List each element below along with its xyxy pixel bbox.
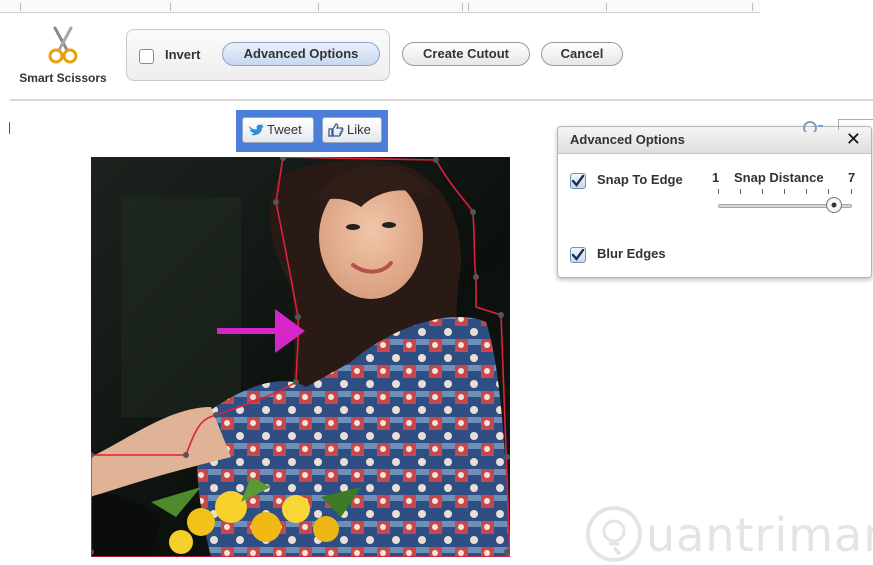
thumbs-up-icon	[328, 123, 344, 137]
watermark: uantrimang	[584, 500, 873, 564]
partial-zoom-icon[interactable]	[800, 118, 824, 132]
social-bar: Tweet Like	[236, 110, 388, 152]
twitter-bird-icon	[249, 124, 264, 136]
smart-scissors-tool[interactable]: Smart Scissors	[8, 26, 118, 88]
top-ruler	[0, 0, 760, 13]
snap-distance-ticks	[718, 189, 852, 195]
snap-to-edge-label: Snap To Edge	[597, 172, 683, 187]
like-button[interactable]: Like	[322, 117, 382, 143]
snap-distance-min: 1	[712, 170, 720, 185]
photo-canvas[interactable]	[91, 157, 510, 557]
snap-to-edge-checkbox[interactable]	[570, 173, 586, 189]
invert-checkbox[interactable]	[139, 49, 154, 64]
partial-panel-edge	[838, 119, 873, 130]
toolbar-divider	[10, 99, 873, 101]
arrow-right-icon	[217, 309, 305, 353]
advanced-options-panel: Advanced Options ✕ Snap To Edge 1 Snap D…	[557, 126, 872, 278]
invert-label: Invert	[165, 47, 201, 62]
left-edge-mark	[9, 122, 10, 134]
options-group: Invert Advanced Options	[126, 29, 390, 81]
checkmark-icon	[571, 174, 585, 187]
tool-label: Smart Scissors	[19, 71, 107, 85]
top-strip-blank	[760, 0, 873, 12]
blur-edges-label: Blur Edges	[597, 246, 666, 261]
checkmark-icon	[571, 248, 585, 261]
create-cutout-button[interactable]: Create Cutout	[402, 42, 530, 66]
snap-distance-max: 7	[848, 170, 856, 185]
like-label: Like	[347, 122, 371, 137]
cancel-button[interactable]: Cancel	[541, 42, 623, 66]
page: Smart Scissors Invert Advanced Options C…	[0, 0, 873, 565]
scissors-icon	[48, 26, 78, 64]
close-icon[interactable]: ✕	[846, 129, 861, 150]
tweet-button[interactable]: Tweet	[242, 117, 314, 143]
panel-title: Advanced Options	[570, 132, 685, 147]
lightbulb-icon	[586, 506, 642, 562]
snap-distance-label: Snap Distance	[734, 170, 824, 185]
blur-edges-checkbox[interactable]	[570, 247, 586, 263]
snap-distance-slider-thumb[interactable]	[826, 197, 843, 213]
advanced-options-button[interactable]: Advanced Options	[222, 42, 380, 66]
tweet-label: Tweet	[267, 122, 302, 137]
watermark-text: uantrimang	[646, 508, 873, 562]
panel-header: Advanced Options ✕	[558, 127, 871, 154]
